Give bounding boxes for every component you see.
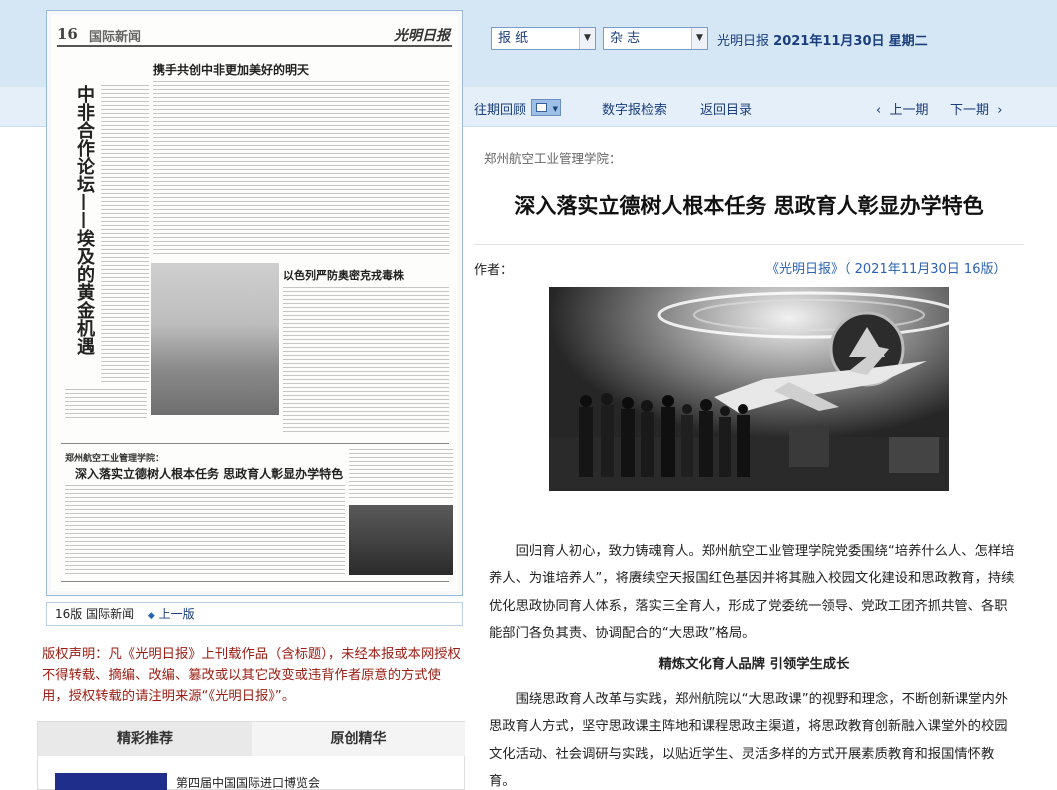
masthead-logo: 光明日报 <box>394 28 450 44</box>
issue-weekday: 星期二 <box>888 34 928 49</box>
news-photo <box>349 505 453 575</box>
text-block <box>65 485 345 577</box>
page-header: 16 国际新闻 光明日报 <box>57 25 452 47</box>
page-number: 16 <box>57 25 78 43</box>
text-block <box>349 449 453 501</box>
issue-date: 2021年11月30日 <box>773 34 885 49</box>
newspaper-select[interactable]: 报 纸 ▼ <box>491 27 596 50</box>
newspaper-page-frame[interactable]: 16 国际新闻 光明日报 中非合作论坛——埃及的黄金机遇 携手共创中非更加美好的… <box>46 10 463 596</box>
article-headline-3-lead[interactable]: 郑州航空工业管理学院： <box>65 451 164 464</box>
magazine-select-value: 杂 志 <box>610 31 641 46</box>
page-caption-label[interactable]: 16版 国际新闻 <box>55 607 134 621</box>
news-photo <box>151 263 279 415</box>
tab-recommended[interactable]: 精彩推荐 <box>38 722 252 756</box>
exhibition-hall-photo <box>549 287 949 491</box>
tab-original[interactable]: 原创精华 <box>252 722 465 756</box>
chevron-right-icon: › <box>997 103 1003 118</box>
article-paper-ref[interactable]: 《光明日报》（ 2021年11月30日 16版） <box>766 258 1006 277</box>
newspaper-select-value: 报 纸 <box>498 31 529 46</box>
next-issue-label: 下一期 <box>950 103 990 118</box>
calendar-button[interactable]: ▼ <box>531 99 561 116</box>
article-headline-vertical[interactable]: 中非合作论坛——埃及的黄金机遇 <box>65 85 95 355</box>
article-paragraph: 回归育人初心，致力铸魂育人。郑州航空工业管理学院党委围绕“培养什么人、怎样培养人… <box>489 544 1015 641</box>
article-headline-1[interactable]: 携手共创中非更加美好的明天 <box>153 61 309 78</box>
chevron-down-icon: ▼ <box>579 28 595 49</box>
back-to-index-link[interactable]: 返回目录 <box>700 99 752 118</box>
chevron-down-icon: ▼ <box>552 105 558 113</box>
text-block <box>153 81 449 257</box>
article-subheading: 精炼文化育人品牌 引领学生成长 <box>658 657 850 672</box>
left-arrow-icon: ◆ <box>147 611 155 621</box>
recommend-thumbnail[interactable] <box>55 773 167 790</box>
article-title: 深入落实立德树人根本任务 思政育人彰显办学特色 <box>514 194 984 218</box>
newspaper-page-image[interactable]: 16 国际新闻 光明日报 中非合作论坛——埃及的黄金机遇 携手共创中非更加美好的… <box>51 15 458 591</box>
recommend-item[interactable]: 第四届中国国际进口博览会 <box>176 774 320 790</box>
prev-page-link[interactable]: ◆ 上一版 <box>148 607 195 621</box>
issue-dateline: 光明日报 2021年11月30日 星期二 <box>717 30 928 49</box>
archive-link[interactable]: 往期回顾 <box>474 99 526 118</box>
text-block <box>101 85 149 385</box>
calendar-icon <box>536 103 547 112</box>
divider <box>61 581 449 582</box>
prev-page-label: 上一版 <box>158 607 195 621</box>
text-block <box>65 389 147 419</box>
recommend-box: 精彩推荐 原创精华 第四届中国国际进口博览会 <box>37 721 465 790</box>
digital-search-link[interactable]: 数字报检索 <box>602 99 667 118</box>
article-author: 作者： <box>474 263 514 278</box>
chevron-left-icon: ‹ <box>876 103 882 118</box>
article-headline-2[interactable]: 以色列严防奥密克戎毒株 <box>283 267 404 283</box>
paper-name: 光明日报 <box>717 34 770 49</box>
divider <box>61 443 449 444</box>
magazine-select[interactable]: 杂 志 ▼ <box>603 27 708 50</box>
text-block <box>283 287 449 433</box>
copyright-notice: 版权声明：凡《光明日报》上刊载作品（含标题），未经本报或本网授权不得转载、摘编、… <box>42 647 461 704</box>
article-headline-3[interactable]: 深入落实立德树人根本任务 思政育人彰显办学特色 <box>75 465 343 482</box>
article-photo <box>549 287 949 491</box>
prev-issue-link[interactable]: ‹ 上一期 <box>876 99 928 118</box>
page-caption-bar: 16版 国际新闻 ◆ 上一版 <box>46 602 463 626</box>
next-issue-link[interactable]: 下一期 › <box>950 99 1002 118</box>
chevron-down-icon: ▼ <box>691 28 707 49</box>
article-paragraph: 围绕思政育人改革与实践，郑州航院以“大思政课”的视野和理念，不断创新课堂内外思政… <box>489 692 1009 789</box>
divider <box>474 244 1024 245</box>
page-section: 国际新闻 <box>89 30 142 45</box>
article-source-line: 郑州航空工业管理学院： <box>484 151 622 166</box>
prev-issue-label: 上一期 <box>889 103 929 118</box>
